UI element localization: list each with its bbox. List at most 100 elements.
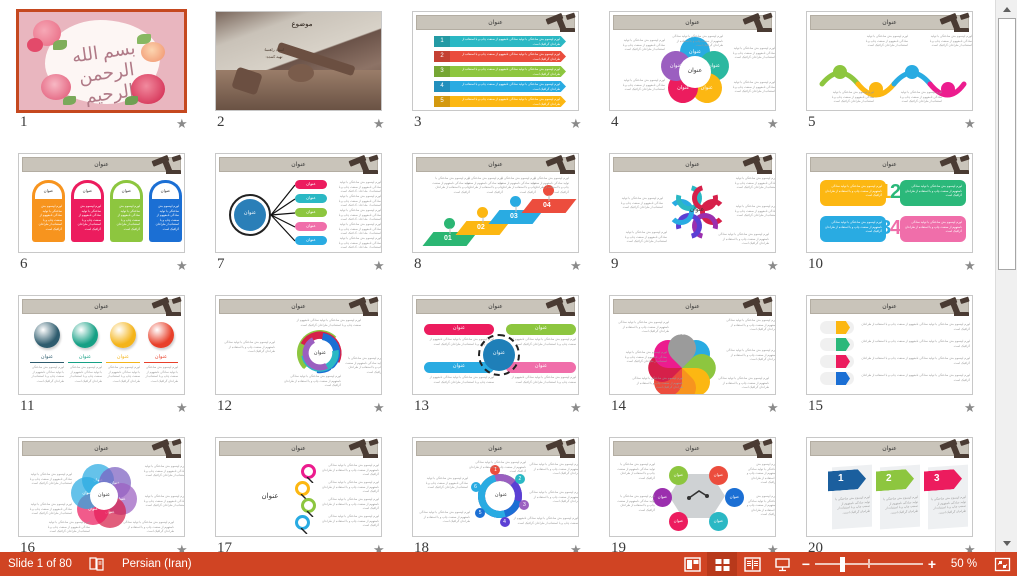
slide-thumbnail-13[interactable]: عنوان عنوان لورم ایپسوم متن ساختگی با تولی… [408, 290, 605, 432]
slide-thumbnail-frame[interactable]: عنوان عنوان عنوان لورم ایپسوم متن ساختگی با… [215, 153, 382, 253]
slide-thumbnail-frame[interactable]: عنوان لورم ایپسوم متن ساختگی با تولید ساد… [806, 11, 973, 111]
animation-star-icon[interactable]: ★ [373, 543, 387, 552]
slide-thumbnail-frame[interactable]: عنوان عنوان عنوان عنوان عنوان عنوان عنوان عنوان… [18, 437, 185, 537]
slide-filler-text: لورم ایپسوم متن ساختگی با تولید سادگی نا… [284, 374, 341, 387]
notes-page-icon[interactable] [88, 556, 106, 572]
animation-star-icon[interactable]: ★ [964, 117, 978, 131]
zoom-out-button[interactable]: − [797, 556, 815, 572]
normal-view-button[interactable] [677, 552, 707, 576]
slide-thumbnail-frame[interactable]: عنوان عنوان لورم ایپسوم متن ساختگی با تولی… [609, 153, 776, 253]
slide-thumbnail-frame[interactable]: عنوان عنوان لورم ایپسوم متن ساختگی با تولی… [412, 295, 579, 395]
reading-view-button[interactable] [737, 552, 767, 576]
slide-thumbnail-frame[interactable]: بسم الله الرحمن الرحیم [16, 9, 187, 113]
slide-thumbnail-frame[interactable]: موضوع استاد راهنما: تهیه کننده: [215, 11, 382, 111]
slide-thumbnail-frame[interactable]: عنوان عنوان عنوان عنوان عنوان عنوان عنوان لورم … [609, 11, 776, 111]
slide-thumbnail-6[interactable]: عنوان عنوان لورم ایپسوم متن ساختگی با تولی… [14, 148, 211, 290]
slide-number-label: 14 [611, 398, 626, 414]
slide-canvas: عنوان 01 لورم ایپسوم متن ساختگی با تولید س… [413, 154, 578, 252]
animation-star-icon[interactable]: ★ [767, 117, 781, 131]
zoom-control[interactable]: − + 50 % [797, 552, 987, 576]
animation-star-icon[interactable]: ★ [570, 401, 584, 415]
zoom-level-label[interactable]: 50 % [941, 558, 987, 570]
slide-body: عنوان عنوان لورم ایپسوم متن ساختگی با تولی… [219, 174, 381, 249]
slide-thumbnail-meta: 4 ★ [609, 114, 779, 136]
animation-star-icon[interactable]: ★ [373, 401, 387, 415]
zoom-slider-handle[interactable] [840, 557, 845, 572]
slide-thumbnail-2[interactable]: موضوع استاد راهنما: تهیه کننده: 2 ★ [211, 6, 408, 148]
slide-thumbnail-20[interactable]: عنوان 1 لورم ایپسوم متن ساختگی با تولید سا… [802, 432, 995, 552]
slide-thumbnail-frame[interactable]: عنوان عنوان عنوان عنوان عنوان عنوان عنوان لورم … [609, 437, 776, 537]
slide-filler-text: لورم ایپسوم متن ساختگی با تولید سادگی نا… [143, 494, 185, 507]
slide-thumbnail-7[interactable]: عنوان عنوان عنوان لورم ایپسوم متن ساختگی با… [211, 148, 408, 290]
slide-thumbnail-frame[interactable]: عنوان 1 2 3 4 5 6 عنوان لورم ایپسوم متن ساختگی ب… [412, 437, 579, 537]
animation-star-icon[interactable]: ★ [176, 543, 190, 552]
slide-thumbnail-8[interactable]: عنوان 01 لورم ایپسوم متن ساختگی با تولید س… [408, 148, 605, 290]
spiral-number: 5 [292, 341, 296, 348]
slide-show-view-button[interactable] [767, 552, 797, 576]
slide-thumbnail-frame[interactable]: عنوان 01 لورم ایپسوم متن ساختگی با تولید س… [412, 153, 579, 253]
zoom-in-button[interactable]: + [923, 556, 941, 572]
slide-thumbnail-4[interactable]: عنوان عنوان عنوان عنوان عنوان عنوان عنوان لورم … [605, 6, 802, 148]
slide-thumbnail-19[interactable]: عنوان عنوان عنوان عنوان عنوان عنوان عنوان لورم … [605, 432, 802, 552]
animation-star-icon[interactable]: ★ [570, 117, 584, 131]
slide-thumbnail-3[interactable]: عنوان 1 لورم ایپسوم متن ساختگی با تولید سا… [408, 6, 605, 148]
slide-thumbnail-frame[interactable]: عنوان عنوان عنوان لورم ایپسوم متن ساختگی با… [609, 295, 776, 395]
slide-thumbnail-frame[interactable]: عنوان لورم ایپسوم متن ساختگی با تولید ساد… [806, 295, 973, 395]
sphere-label: عنوان [116, 354, 130, 360]
card-number: 1 [838, 473, 844, 484]
animation-star-icon[interactable]: ★ [964, 401, 978, 415]
animation-star-icon[interactable]: ★ [767, 401, 781, 415]
slide-thumbnail-meta: 18 ★ [412, 540, 582, 552]
animation-star-icon[interactable]: ★ [767, 543, 781, 552]
slide-thumbnail-5[interactable]: عنوان لورم ایپسوم متن ساختگی با تولید ساد… [802, 6, 995, 148]
animation-star-icon[interactable]: ★ [176, 401, 190, 415]
sphere [72, 322, 98, 348]
slide-thumbnail-frame[interactable]: عنوان عنوان لورم ایپسوم متن ساختگی با تولی… [18, 295, 185, 395]
slide-thumbnail-18[interactable]: عنوان 1 2 3 4 5 6 عنوان لورم ایپسوم متن ساختگی ب… [408, 432, 605, 552]
vertical-scrollbar[interactable] [995, 0, 1017, 552]
animation-star-icon[interactable]: ★ [964, 259, 978, 273]
slide-counter[interactable]: Slide 1 of 80 [0, 558, 72, 570]
slide-thumbnail-1[interactable]: بسم الله الرحمن الرحیم 1 ★ [14, 6, 211, 148]
slide-thumbnail-frame[interactable]: عنوان 1 لورم ایپسوم متن ساختگی با تولید سا… [806, 437, 973, 537]
animation-star-icon[interactable]: ★ [176, 259, 190, 273]
slide-sorter-pane[interactable]: بسم الله الرحمن الرحیم 1 ★ موضوع استاد راهنم… [0, 0, 995, 552]
animation-star-icon[interactable]: ★ [373, 259, 387, 273]
animation-star-icon[interactable]: ★ [176, 117, 190, 131]
scroll-down-arrow-icon[interactable] [997, 534, 1017, 552]
slide-filler-text: لورم ایپسوم متن ساختگی با تولید سادگی نا… [143, 464, 185, 477]
slide-filler-text: لورم ایپسوم متن ساختگی با تولید سادگی نا… [746, 462, 776, 484]
slide-thumbnail-11[interactable]: عنوان عنوان لورم ایپسوم متن ساختگی با تولی… [14, 290, 211, 432]
hex-label: عنوان [657, 494, 668, 499]
bubble-number: 2 [890, 181, 902, 203]
animation-star-icon[interactable]: ★ [373, 117, 387, 131]
slide-thumbnail-frame[interactable]: عنوان عنوان لورم ایپسوم متن ساختگی با تولی… [18, 153, 185, 253]
fit-to-window-button[interactable] [987, 552, 1017, 576]
slide-thumbnail-frame[interactable]: عنوان 1 2 3 4 5 عنوان لورم ایپسوم متن ساختگی با… [215, 295, 382, 395]
animation-star-icon[interactable]: ★ [964, 543, 978, 552]
banner-number: 4 [434, 81, 450, 92]
slide-thumbnail-14[interactable]: عنوان عنوان عنوان لورم ایپسوم متن ساختگی با… [605, 290, 802, 432]
animation-star-icon[interactable]: ★ [767, 259, 781, 273]
slide-thumbnail-15[interactable]: عنوان لورم ایپسوم متن ساختگی با تولید ساد… [802, 290, 995, 432]
scrollbar-thumb[interactable] [998, 18, 1016, 270]
card-text: لورم ایپسوم متن ساختگی با تولید سادگی نا… [835, 494, 870, 515]
slide-thumbnail-frame[interactable]: عنوان 1 لورم ایپسوم متن ساختگی با تولید سا… [806, 153, 973, 253]
scroll-up-arrow-icon[interactable] [997, 0, 1017, 18]
branch-label: عنوان [306, 209, 316, 214]
animation-star-icon[interactable]: ★ [570, 543, 584, 552]
slide-thumbnail-frame[interactable]: عنوان 1 لورم ایپسوم متن ساختگی با تولید سا… [412, 11, 579, 111]
zoom-slider[interactable] [815, 552, 923, 576]
slide-thumbnail-16[interactable]: عنوان عنوان عنوان عنوان عنوان عنوان عنوان عنوان… [14, 432, 211, 552]
slide-thumbnail-17[interactable]: عنوان عنوان لورم ایپسوم متن ساختگی با تولی… [211, 432, 408, 552]
slide-filler-text: لورم ایپسوم متن ساختگی با تولید سادگی نا… [620, 196, 663, 209]
slide-filler-text: لورم ایپسوم متن ساختگی با تولید سادگی نا… [718, 232, 769, 245]
animation-star-icon[interactable]: ★ [570, 259, 584, 273]
slide-sorter-view-button[interactable] [707, 552, 737, 576]
slide-thumbnail-9[interactable]: عنوان عنوان لورم ایپسوم متن ساختگی با تولی… [605, 148, 802, 290]
slide-filler-text: لورم ایپسوم متن ساختگی با تولید سادگی نا… [732, 46, 775, 59]
language-indicator[interactable]: Persian (Iran) [122, 558, 192, 570]
slide-thumbnail-12[interactable]: عنوان 1 2 3 4 5 عنوان لورم ایپسوم متن ساختگی با… [211, 290, 408, 432]
slide-thumbnail-10[interactable]: عنوان 1 لورم ایپسوم متن ساختگی با تولید سا… [802, 148, 995, 290]
slide-thumbnail-frame[interactable]: عنوان عنوان لورم ایپسوم متن ساختگی با تولی… [215, 437, 382, 537]
